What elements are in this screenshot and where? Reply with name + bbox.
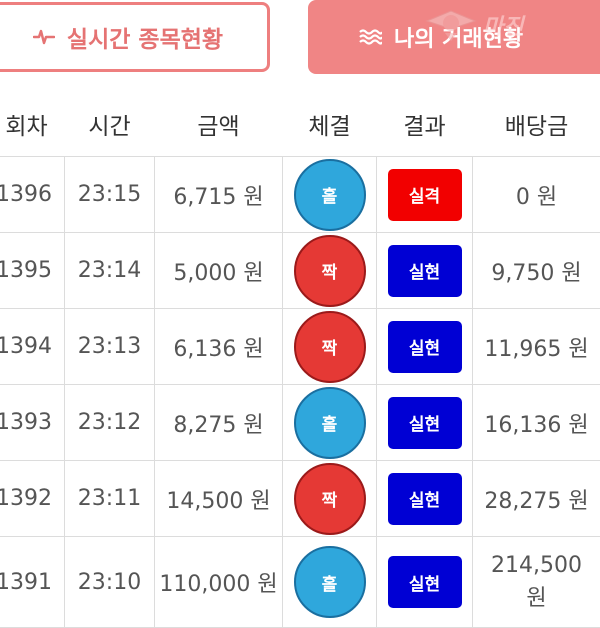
time-cell: 23:11 [65, 461, 155, 537]
outcome-cell: 실격 [377, 157, 473, 233]
badge-emblem-icon [425, 7, 477, 43]
payout-cell: 0 원 [473, 157, 600, 233]
odd-ball: 홀 [294, 546, 366, 618]
payout-cell: 214,500 원 [473, 537, 600, 628]
even-ball: 짝 [294, 235, 366, 307]
payout-cell: 16,136 원 [473, 385, 600, 461]
outcome-cell: 실현 [377, 385, 473, 461]
time-cell: 23:10 [65, 537, 155, 628]
time-cell: 23:14 [65, 233, 155, 309]
amount-cell: 6,136 원 [155, 309, 283, 385]
trade-history-table: 회차 시간 금액 체결 결과 배당금 1396 23:15 6,715 원 홀 … [0, 92, 600, 628]
result-cell: 홀 [283, 385, 377, 461]
outcome-badge: 실격 [388, 169, 462, 221]
outcome-badge: 실현 [388, 321, 462, 373]
payout-cell: 11,965 원 [473, 309, 600, 385]
result-cell: 홀 [283, 157, 377, 233]
amount-cell: 110,000 원 [155, 537, 283, 628]
table-row: 1394 23:13 6,136 원 짝 실현 11,965 원 [0, 309, 600, 385]
payout-cell: 28,275 원 [473, 461, 600, 537]
payout-stack: 214,500 원 [473, 549, 600, 615]
result-cell: 홀 [283, 537, 377, 628]
outcome-cell: 실현 [377, 309, 473, 385]
outcome-badge: 실현 [388, 473, 462, 525]
outcome-cell: 실현 [377, 233, 473, 309]
amount-cell: 6,715 원 [155, 157, 283, 233]
odd-ball: 홀 [294, 159, 366, 231]
outcome-badge: 실현 [388, 245, 462, 297]
pulse-icon [33, 27, 55, 47]
table-row: 1392 23:11 14,500 원 짝 실현 28,275 원 [0, 461, 600, 537]
outcome-cell: 실현 [377, 461, 473, 537]
header-amount: 금액 [155, 92, 283, 157]
waves-icon [358, 28, 382, 46]
payout-cell: 9,750 원 [473, 233, 600, 309]
header-outcome: 결과 [377, 92, 473, 157]
tab-bar: 실시간 종목현황 나의 거래현황 마진 [0, 0, 600, 82]
round-cell: 1393 [0, 385, 65, 461]
watermark-text: 마진 [483, 9, 523, 41]
amount-cell: 14,500 원 [155, 461, 283, 537]
round-cell: 1395 [0, 233, 65, 309]
table-header-row: 회차 시간 금액 체결 결과 배당금 [0, 92, 600, 157]
payout-unit: 원 [473, 582, 600, 615]
tab-realtime-status[interactable]: 실시간 종목현황 [0, 2, 270, 72]
amount-cell: 5,000 원 [155, 233, 283, 309]
outcome-badge: 실현 [388, 397, 462, 449]
result-cell: 짝 [283, 461, 377, 537]
time-cell: 23:13 [65, 309, 155, 385]
table-row: 1396 23:15 6,715 원 홀 실격 0 원 [0, 157, 600, 233]
round-cell: 1394 [0, 309, 65, 385]
header-result: 체결 [283, 92, 377, 157]
table-row: 1393 23:12 8,275 원 홀 실현 16,136 원 [0, 385, 600, 461]
even-ball: 짝 [294, 463, 366, 535]
outcome-badge: 실현 [388, 556, 462, 608]
time-cell: 23:15 [65, 157, 155, 233]
result-cell: 짝 [283, 309, 377, 385]
header-time: 시간 [65, 92, 155, 157]
amount-cell: 8,275 원 [155, 385, 283, 461]
table-row: 1395 23:14 5,000 원 짝 실현 9,750 원 [0, 233, 600, 309]
outcome-cell: 실현 [377, 537, 473, 628]
table-row: 1391 23:10 110,000 원 홀 실현 214,500 원 [0, 537, 600, 628]
tab-realtime-label: 실시간 종목현황 [67, 20, 223, 54]
even-ball: 짝 [294, 311, 366, 383]
round-cell: 1392 [0, 461, 65, 537]
round-cell: 1391 [0, 537, 65, 628]
header-round: 회차 [0, 92, 65, 157]
time-cell: 23:12 [65, 385, 155, 461]
watermark-logo: 마진 [425, 4, 600, 46]
round-cell: 1396 [0, 157, 65, 233]
header-payout: 배당금 [473, 92, 600, 157]
payout-amount: 214,500 [473, 549, 600, 582]
result-cell: 짝 [283, 233, 377, 309]
odd-ball: 홀 [294, 387, 366, 459]
